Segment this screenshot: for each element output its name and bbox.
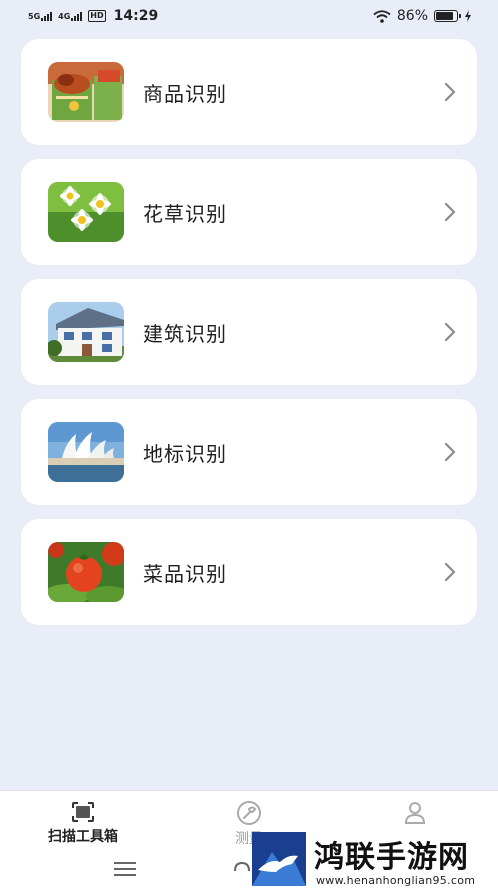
menu-icon[interactable] <box>114 862 136 876</box>
status-left: 5G 4G HD 14:29 <box>28 8 158 24</box>
hd-icon: HD <box>88 10 106 22</box>
status-time: 14:29 <box>113 8 159 24</box>
user-icon <box>404 802 426 824</box>
status-right: 86% <box>373 8 472 24</box>
wrench-icon <box>237 801 261 825</box>
card-label-dish: 菜品识别 <box>143 561 227 586</box>
wifi-icon <box>373 9 391 23</box>
home-gesture-icon[interactable] <box>232 859 252 879</box>
chevron-right-icon <box>444 82 456 102</box>
recognition-list: 商品识别 花草识别 建筑识别 地标识别 菜品识别 <box>21 39 477 639</box>
watermark: 鸿联手游网 www.henanhonglian95.com <box>252 830 494 888</box>
scan-icon <box>72 802 94 822</box>
flower-thumbnail <box>48 182 124 242</box>
status-bar: 5G 4G HD 14:29 86% <box>0 0 498 32</box>
watermark-logo-icon <box>252 832 306 886</box>
chevron-right-icon <box>444 442 456 462</box>
tab-label-scan-toolbox: 扫描工具箱 <box>48 829 118 845</box>
card-label-landmark: 地标识别 <box>143 441 227 466</box>
signal-4g-icon: 4G <box>58 11 83 21</box>
dish-thumbnail <box>48 542 124 602</box>
card-label-goods: 商品识别 <box>143 81 227 106</box>
chevron-right-icon <box>444 202 456 222</box>
card-label-flower: 花草识别 <box>143 201 227 226</box>
tab-scan-toolbox[interactable]: 扫描工具箱 <box>0 791 166 853</box>
card-building-recognition[interactable]: 建筑识别 <box>21 279 477 385</box>
charging-bolt-icon <box>465 10 471 22</box>
card-landmark-recognition[interactable]: 地标识别 <box>21 399 477 505</box>
battery-icon <box>434 10 461 22</box>
chevron-right-icon <box>444 322 456 342</box>
card-dish-recognition[interactable]: 菜品识别 <box>21 519 477 625</box>
card-flower-recognition[interactable]: 花草识别 <box>21 159 477 265</box>
landmark-thumbnail <box>48 422 124 482</box>
building-thumbnail <box>48 302 124 362</box>
watermark-url: www.henanhonglian95.com <box>316 874 476 887</box>
battery-percent: 86% <box>396 8 428 24</box>
goods-thumbnail <box>48 62 124 122</box>
card-goods-recognition[interactable]: 商品识别 <box>21 39 477 145</box>
watermark-title: 鸿联手游网 <box>314 840 469 875</box>
card-label-building: 建筑识别 <box>143 321 227 346</box>
chevron-right-icon <box>444 562 456 582</box>
signal-5g-icon: 5G <box>28 11 53 21</box>
